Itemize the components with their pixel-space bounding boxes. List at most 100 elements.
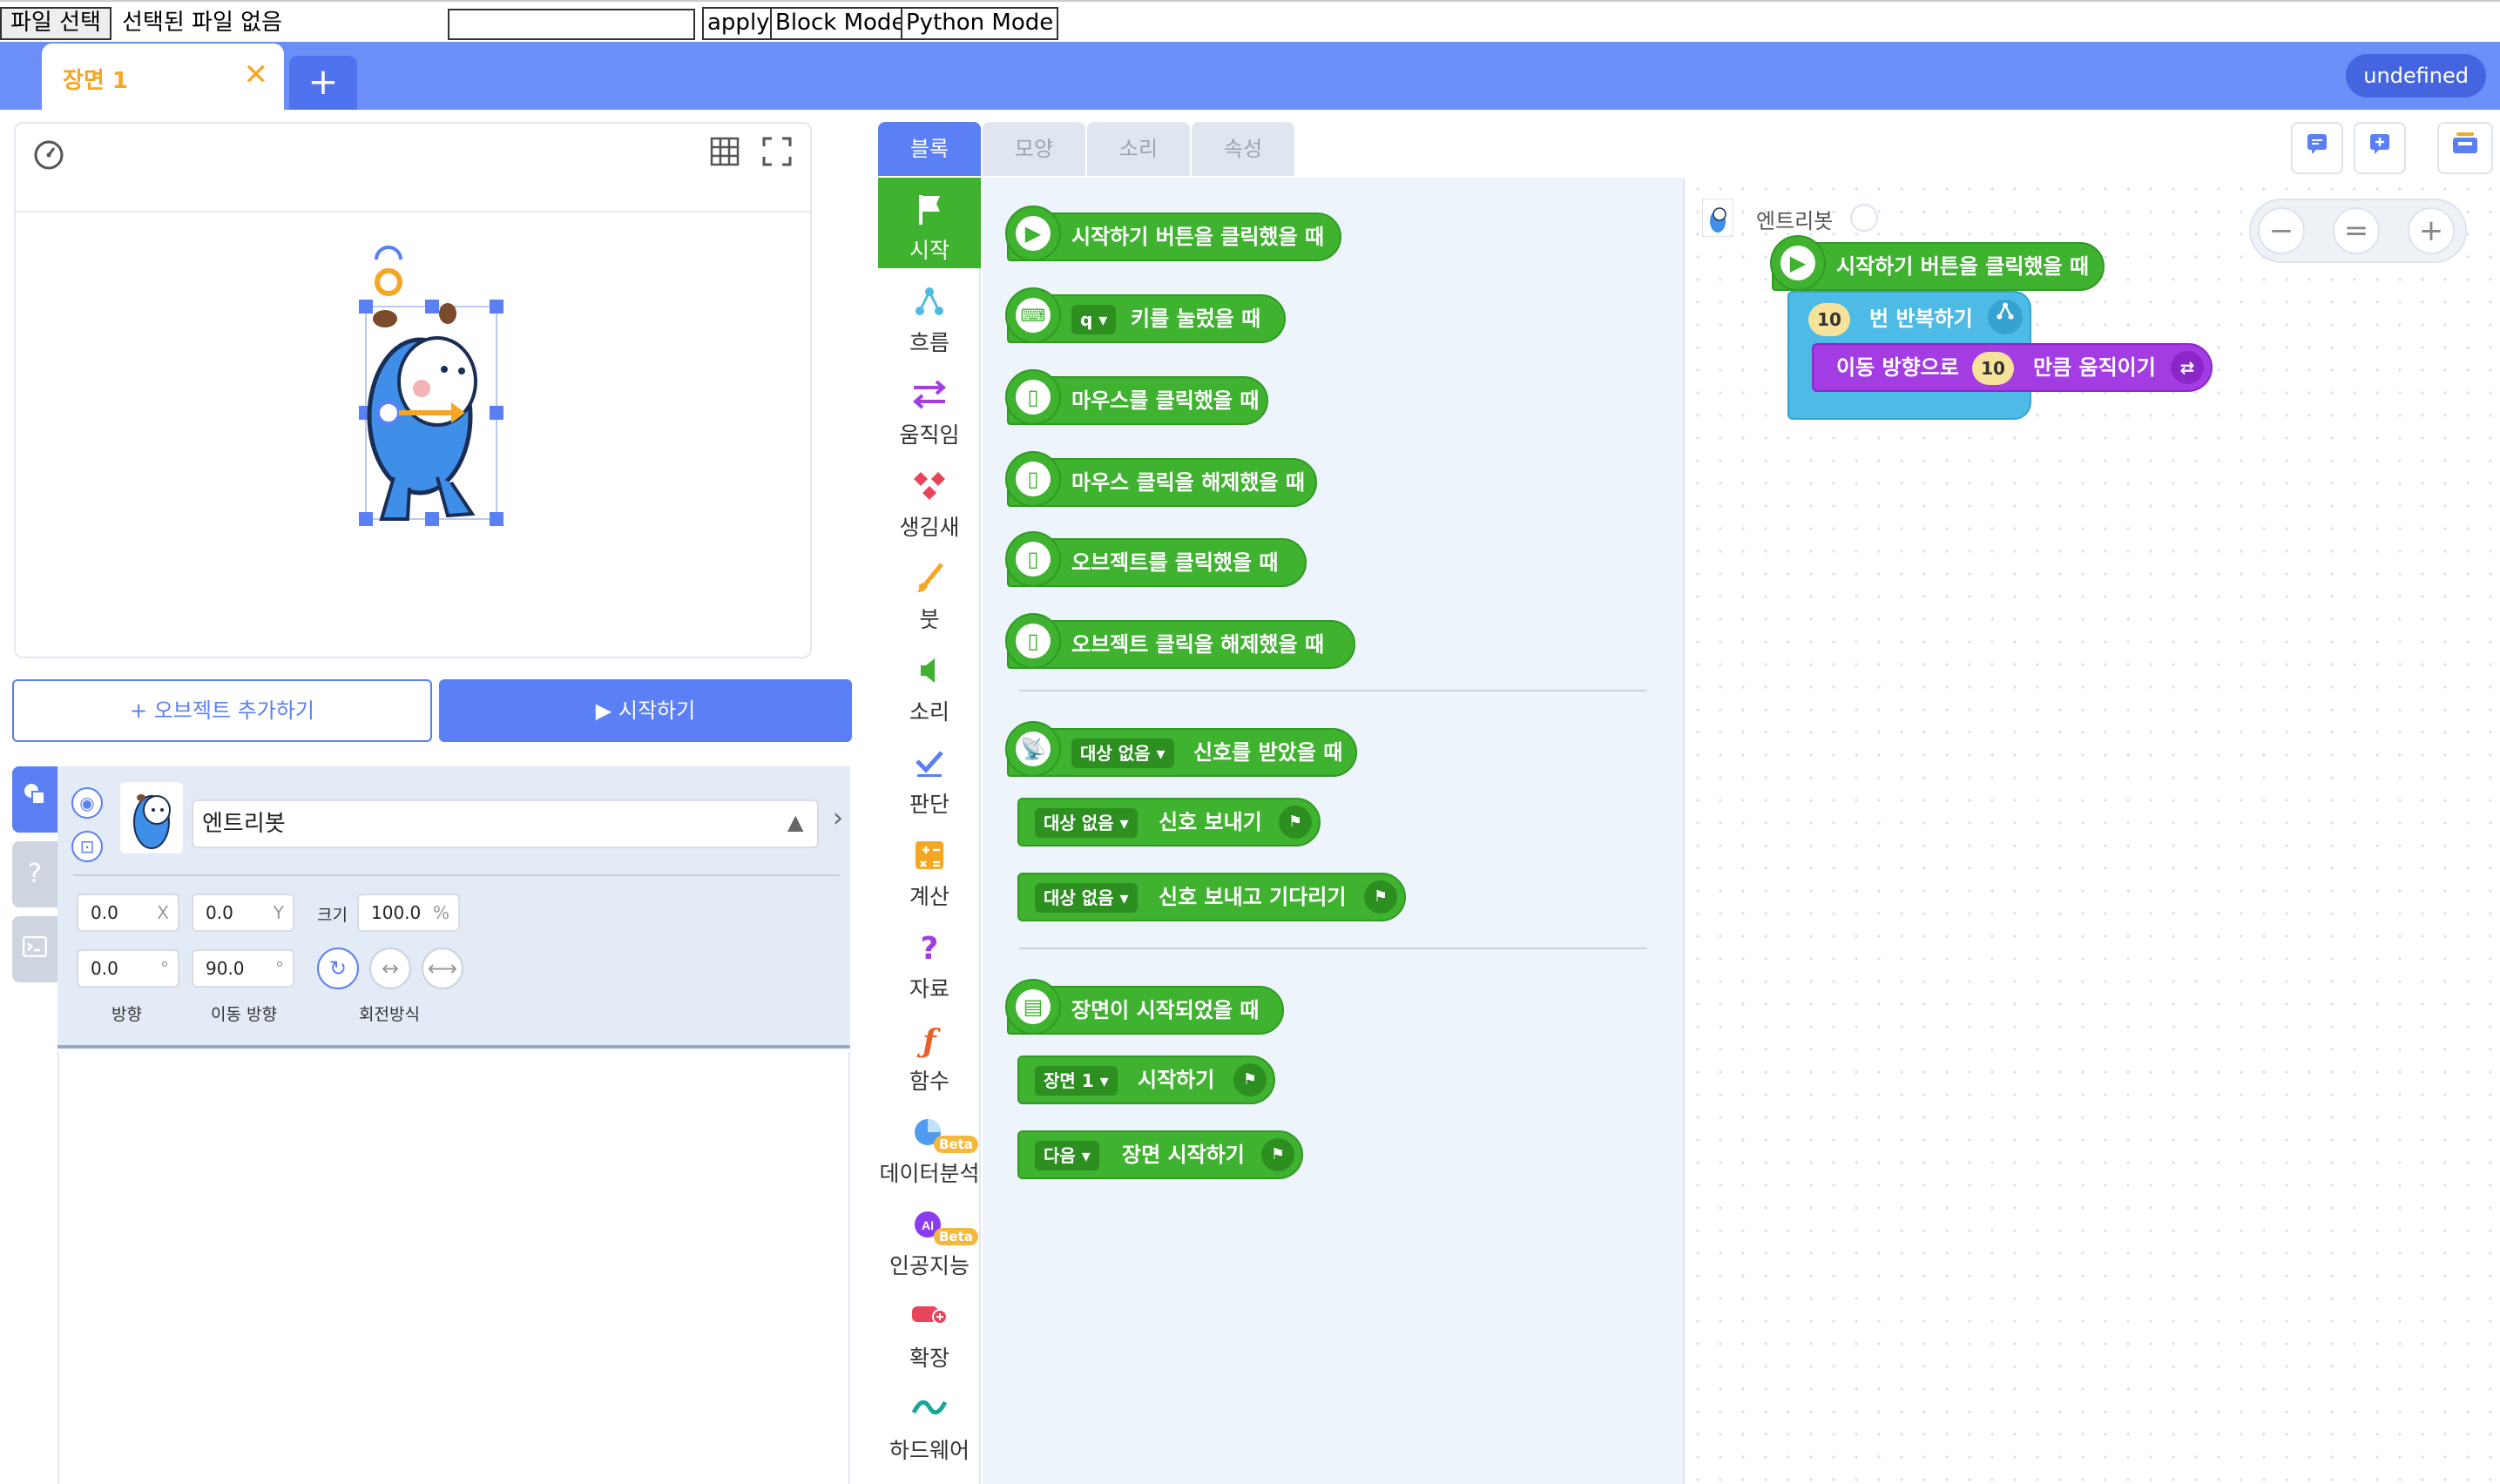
signal-dropdown[interactable]: 대상 없음 ▾ xyxy=(1035,808,1138,838)
block-when-signal-received[interactable]: 📡 대상 없음 ▾ 신호를 받았을 때 xyxy=(1005,721,1357,777)
category-data-analysis[interactable]: Beta 데이터분석 xyxy=(878,1101,981,1191)
speaker-icon xyxy=(878,653,981,691)
category-motion[interactable]: 움직임 xyxy=(878,362,981,453)
block-send-signal-wait[interactable]: 대상 없음 ▾ 신호 보내고 기다리기 ⚑ xyxy=(1017,873,1406,921)
block-text: 키를 눌렀을 때 xyxy=(1131,307,1261,331)
block-when-key-pressed[interactable]: ⌨ q ▾ 키를 눌렀을 때 xyxy=(1005,287,1286,343)
block-when-scene-started[interactable]: ▤ 장면이 시작되었을 때 xyxy=(1005,979,1284,1035)
category-hardware[interactable]: 하드웨어 xyxy=(878,1378,981,1468)
tab-sounds[interactable]: 소리 xyxy=(1087,122,1190,176)
object-thumbnail[interactable] xyxy=(120,782,183,853)
zoom-out-button[interactable]: − xyxy=(2258,207,2305,254)
entrybot-sprite[interactable] xyxy=(350,242,507,547)
close-icon[interactable]: ✕ xyxy=(244,57,269,92)
category-function[interactable]: ƒ 함수 xyxy=(878,1008,981,1099)
scene-dropdown[interactable]: 장면 1 ▾ xyxy=(1035,1066,1118,1096)
collapse-up-icon[interactable]: ▲ xyxy=(787,810,803,834)
next-dropdown[interactable]: 다음 ▾ xyxy=(1035,1141,1099,1170)
category-ai[interactable]: AI Beta 인공지능 xyxy=(878,1193,981,1284)
category-extension[interactable]: 확장 xyxy=(878,1285,981,1376)
signal-dropdown[interactable]: 대상 없음 ▾ xyxy=(1035,883,1138,913)
apply-button[interactable]: apply xyxy=(702,7,775,40)
x-field[interactable]: 0.0 X xyxy=(77,894,179,932)
size-field[interactable]: 100.0% xyxy=(357,894,460,932)
scene-tab[interactable]: 장면 1 ✕ xyxy=(42,44,284,110)
hardware-icon xyxy=(878,1392,981,1430)
zoom-controls: − = + xyxy=(2249,199,2467,263)
move-direction-suffix: ° xyxy=(275,958,284,979)
rotate-free-icon[interactable]: ↻ xyxy=(317,948,359,989)
extension-icon xyxy=(878,1299,981,1338)
key-dropdown[interactable]: q ▾ xyxy=(1071,305,1117,334)
move-value[interactable]: 10 xyxy=(1972,352,2014,385)
rotate-horizontal-icon[interactable]: ↔ xyxy=(369,948,411,989)
workspace-when-start-clicked[interactable]: ▶ 시작하기 버튼을 클릭했을 때 xyxy=(1770,235,2105,291)
object-tab[interactable] xyxy=(12,766,57,833)
block-start-next-scene[interactable]: 다음 ▾ 장면 시작하기 ⚑ xyxy=(1017,1130,1303,1179)
category-data[interactable]: ? 자료 xyxy=(878,916,981,1007)
lock-icon[interactable]: ⊡ xyxy=(71,831,103,862)
object-name-input[interactable]: 엔트리봇 xyxy=(192,799,819,848)
grid-icon[interactable] xyxy=(707,136,742,171)
key-dropdown-value: q xyxy=(1080,309,1093,330)
file-select-button[interactable]: 파일 선택 xyxy=(0,7,111,40)
block-start-scene[interactable]: 장면 1 ▾ 시작하기 ⚑ xyxy=(1017,1056,1275,1104)
keyboard-icon: ⌨ xyxy=(1016,298,1051,333)
move-direction-value: 90.0 xyxy=(206,958,245,979)
category-judgement[interactable]: 판단 xyxy=(878,732,981,822)
mouse-icon-wrap: ▯ xyxy=(1005,451,1061,507)
category-sound[interactable]: 소리 xyxy=(878,639,981,730)
category-looks[interactable]: 생김새 xyxy=(878,455,981,545)
category-label: 소리 xyxy=(909,699,949,725)
python-mode-button[interactable]: Python Mode xyxy=(901,7,1059,40)
signal-dropdown[interactable]: 대상 없음 ▾ xyxy=(1071,739,1174,768)
category-calc[interactable]: 계산 xyxy=(878,824,981,914)
category-flow[interactable]: 흐름 xyxy=(878,270,981,361)
repeat-count[interactable]: 10 xyxy=(1808,303,1850,336)
comment-icon[interactable] xyxy=(2291,122,2343,174)
rotate-none-icon[interactable]: ⟷ xyxy=(422,948,463,989)
block-when-start-clicked[interactable]: ▶ 시작하기 버튼을 클릭했을 때 xyxy=(1005,206,1341,261)
move-direction-field[interactable]: 90.0 ° xyxy=(192,949,294,988)
looks-icon xyxy=(878,469,981,507)
tab-properties[interactable]: 속성 xyxy=(1192,122,1294,176)
block-mode-button[interactable]: Block Mode xyxy=(770,7,911,40)
category-label: 확장 xyxy=(909,1346,949,1371)
speedometer-icon[interactable] xyxy=(31,136,66,171)
block-send-signal[interactable]: 대상 없음 ▾ 신호 보내기 ⚑ xyxy=(1017,798,1321,847)
block-text: 마우스를 클릭했을 때 xyxy=(1071,388,1260,413)
visibility-eye-icon[interactable]: ◉ xyxy=(71,787,103,819)
mouse-icon-wrap: ▯ xyxy=(1005,613,1061,669)
block-when-object-released[interactable]: ▯ 오브젝트 클릭을 해제했을 때 xyxy=(1005,613,1355,669)
tab-shapes[interactable]: 모양 xyxy=(983,122,1085,176)
direction-field[interactable]: 0.0 ° xyxy=(77,949,179,988)
block-move-direction[interactable]: 이동 방향으로 10 만큼 움직이기 ⇄ xyxy=(1812,343,2213,392)
console-tab[interactable] xyxy=(12,916,57,982)
signal-icon-wrap: 📡 xyxy=(1005,721,1061,777)
text-input[interactable] xyxy=(448,9,695,40)
user-badge-button[interactable]: undefined xyxy=(2346,54,2486,98)
add-scene-button[interactable]: + xyxy=(289,56,357,110)
category-brush[interactable]: 붓 xyxy=(878,547,981,637)
category-start[interactable]: 시작 xyxy=(878,178,981,268)
block-when-object-clicked[interactable]: ▯ 오브젝트를 클릭했을 때 xyxy=(1005,531,1307,587)
block-category-list: 시작 흐름 움직임 생김새 붓 소리 판단 계산 ? 자료 ƒ 함수 Beta … xyxy=(878,178,981,1484)
add-object-button[interactable]: + 오브젝트 추가하기 xyxy=(12,679,432,742)
block-when-mouse-released[interactable]: ▯ 마우스 클릭을 해제했을 때 xyxy=(1005,451,1317,507)
block-text: 마우스 클릭을 해제했을 때 xyxy=(1071,470,1305,495)
y-field[interactable]: 0.0 Y xyxy=(192,894,294,932)
zoom-in-button[interactable]: + xyxy=(2408,207,2455,254)
add-comment-icon[interactable] xyxy=(2354,122,2406,174)
chevron-right-icon[interactable]: › xyxy=(833,803,843,833)
start-button[interactable]: ▶ 시작하기 xyxy=(439,679,852,742)
tab-blocks[interactable]: 블록 xyxy=(878,122,981,176)
size-label: 크기 xyxy=(317,906,348,925)
zoom-reset-button[interactable]: = xyxy=(2333,207,2380,254)
block-collection-icon[interactable] xyxy=(2437,122,2493,174)
fullscreen-icon[interactable] xyxy=(760,136,794,171)
help-tab[interactable]: ? xyxy=(12,841,57,907)
y-suffix: Y xyxy=(273,902,284,923)
block-when-mouse-clicked[interactable]: ▯ 마우스를 클릭했을 때 xyxy=(1005,369,1268,425)
flag-icon: ⚑ xyxy=(1364,880,1397,914)
palette-divider xyxy=(1019,690,1646,691)
